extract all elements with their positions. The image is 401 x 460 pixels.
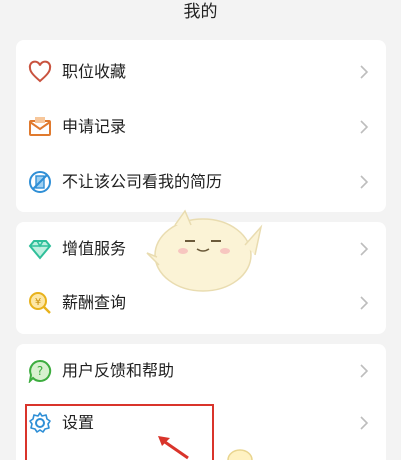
mascot-sticker [146,209,263,292]
menu-item-favorites[interactable]: 职位收藏 [16,45,386,99]
page-title: 我的 [183,2,218,22]
envelope-icon [29,117,51,136]
menu-item-block-company-label: 不让该公司看我的简历 [62,172,223,191]
menu-item-feedback-help[interactable]: ? 用户反馈和帮助 [16,344,386,398]
svg-text:?: ? [37,364,43,378]
menu-item-feedback-help-label: 用户反馈和帮助 [62,361,175,380]
question-bubble-icon: ? [28,359,52,383]
heart-icon [28,60,52,83]
chevron-right-icon [360,242,369,256]
chevron-right-icon [360,296,369,310]
menu-card-records: 职位收藏 申请记录 不让该公司看我的简历 [16,40,386,212]
chevron-right-icon [360,416,369,430]
chevron-right-icon [360,65,369,79]
chevron-right-icon [360,175,369,189]
menu-item-value-added-label: 增值服务 [62,239,127,258]
pointer-arrow [158,436,189,460]
menu-item-salary-query-label: 薪酬查询 [62,293,127,312]
decorative-sticker-edge [227,449,253,460]
chevron-right-icon [360,364,369,378]
menu-item-applications[interactable]: 申请记录 [16,100,386,154]
menu-item-favorites-label: 职位收藏 [62,62,127,81]
coin-search-icon: ¥ [29,292,51,314]
svg-text:¥: ¥ [35,297,41,308]
diamond-icon [28,240,52,260]
menu-item-block-company[interactable]: 不让该公司看我的简历 [16,155,386,209]
menu-item-applications-label: 申请记录 [62,117,127,136]
blocked-document-icon [29,171,51,193]
chevron-right-icon [360,120,369,134]
